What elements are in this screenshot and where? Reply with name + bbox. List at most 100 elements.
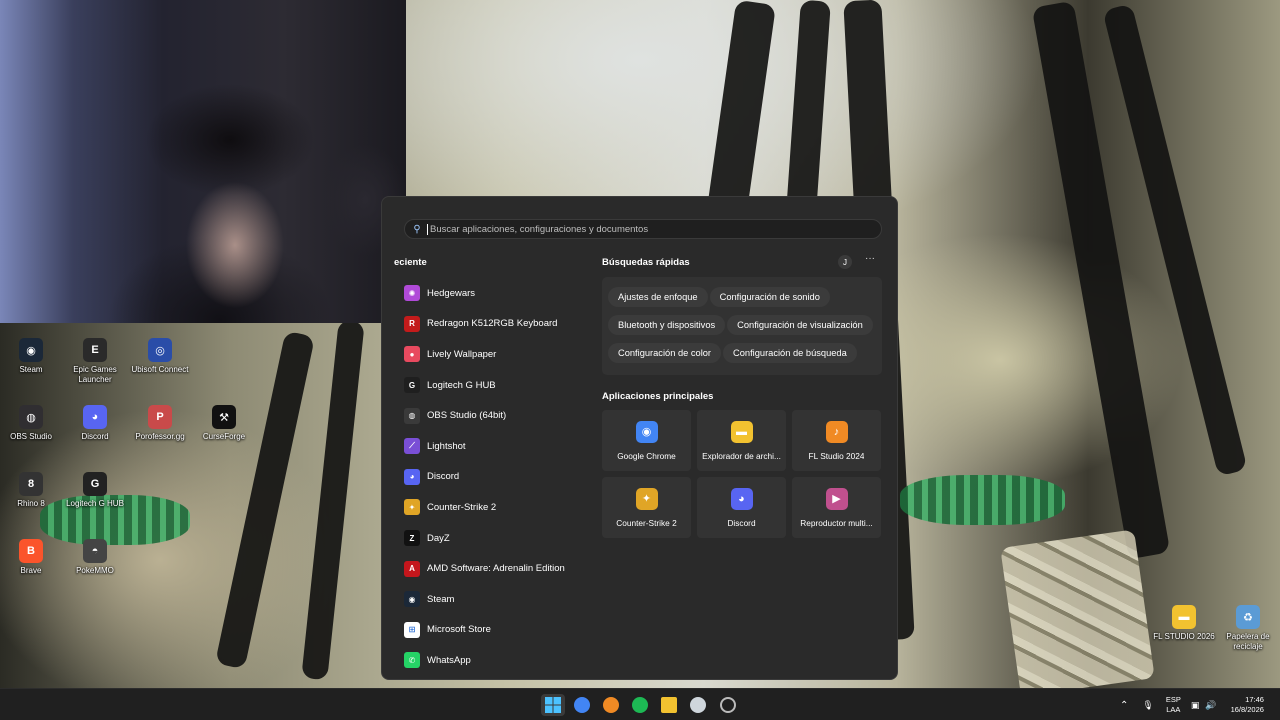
money-sticker <box>1000 529 1155 697</box>
recent-app-dayz[interactable]: Z DayZ <box>404 523 594 554</box>
recent-app-lightshot[interactable]: ⟋ Lightshot <box>404 431 594 462</box>
recent-app-label: OBS Studio (64bit) <box>427 410 507 422</box>
recycle-bin-icon: ♻ <box>1236 605 1260 629</box>
discord-icon: ◕ <box>404 468 420 485</box>
top-app-cs2[interactable]: ✦ Counter-Strike 2 <box>602 477 691 538</box>
folder-icon: ▬ <box>1172 605 1196 629</box>
taskbar-chrome[interactable] <box>570 694 594 716</box>
desktop-icon-steam[interactable]: ◉ Steam <box>0 338 64 375</box>
quick-search-chip[interactable]: Configuración de color <box>608 343 722 363</box>
top-apps-grid: ◉ Google Chrome ▬ Explorador de archi... ♪… <box>602 410 882 538</box>
recent-app-discord[interactable]: ◕ Discord <box>404 462 594 493</box>
taskbar-spotify[interactable] <box>628 694 652 716</box>
obs-icon: ◍ <box>19 405 43 429</box>
top-app-label: Counter-Strike 2 <box>616 517 677 528</box>
desktop-icon-obs[interactable]: ◍ OBS Studio <box>0 405 64 442</box>
desktop-icon-brave[interactable]: B Brave <box>0 539 64 576</box>
top-apps-title: Aplicaciones principales <box>602 391 714 402</box>
desktop-icon-fl-studio-folder[interactable]: ▬ FL STUDIO 2026 <box>1151 605 1217 642</box>
text-caret <box>427 223 428 235</box>
top-app-discord[interactable]: ◕ Discord <box>697 477 786 538</box>
redragon-icon: R <box>404 315 420 332</box>
recent-app-redragon[interactable]: R Redragon K512RGB Keyboard <box>404 309 594 340</box>
quick-search-chip[interactable]: Configuración de búsqueda <box>723 343 857 363</box>
avatar[interactable]: J <box>838 255 852 269</box>
system-tray: ⌃ 🎙 ESP LAA ▣ 🔊 17:46 16/8/2026 <box>1120 689 1264 720</box>
start-search-box[interactable]: ⚲ <box>404 219 882 239</box>
recent-app-list: ✺ Hedgewars R Redragon K512RGB Keyboard ● L… <box>404 278 594 676</box>
quick-search-chip[interactable]: Ajustes de enfoque <box>608 287 708 307</box>
more-options-button[interactable]: ··· <box>862 254 878 268</box>
recent-app-microsoft-store[interactable]: ⊞ Microsoft Store <box>404 615 594 646</box>
desktop-icon-ubisoft[interactable]: ◎ Ubisoft Connect <box>127 338 193 375</box>
recent-app-steam[interactable]: ◉ Steam <box>404 584 594 615</box>
microsoft-store-icon: ⊞ <box>404 621 420 638</box>
top-app-label: Explorador de archi... <box>702 450 781 461</box>
recent-app-label: Logitech G HUB <box>427 379 496 391</box>
porofessor-icon: P <box>148 405 172 429</box>
logitech-icon: G <box>404 377 420 394</box>
cs2-icon: ✦ <box>404 499 420 516</box>
top-app-media-player[interactable]: ▶ Reproductor multi... <box>792 477 881 538</box>
recent-app-cs2[interactable]: ✦ Counter-Strike 2 <box>404 492 594 523</box>
quick-searches-title: Búsquedas rápidas <box>602 257 690 268</box>
recent-app-hedgewars[interactable]: ✺ Hedgewars <box>404 278 594 309</box>
recent-app-label: Hedgewars <box>427 287 476 299</box>
top-app-file-explorer[interactable]: ▬ Explorador de archi... <box>697 410 786 471</box>
chevron-up-icon[interactable]: ⌃ <box>1120 700 1128 711</box>
volume-icon[interactable]: 🔊 <box>1205 700 1216 711</box>
logitech-icon: G <box>83 472 107 496</box>
desktop-icon-logitech[interactable]: G Logitech G HUB <box>62 472 128 509</box>
taskbar-obs[interactable] <box>716 694 740 716</box>
microphone-icon[interactable]: 🎙 <box>1142 700 1153 711</box>
desktop-icon-pokemmo[interactable]: ◓ PokeMMO <box>62 539 128 576</box>
top-app-label: Google Chrome <box>617 450 676 461</box>
clock[interactable]: 17:46 16/8/2026 <box>1231 695 1264 715</box>
file-explorer-icon <box>661 697 677 713</box>
desktop-icon-porofessor[interactable]: P Porofessor.gg <box>127 405 193 442</box>
obs-icon: ◍ <box>404 407 420 424</box>
taskbar-ccleaner[interactable] <box>686 694 710 716</box>
recent-section-title: eciente <box>394 257 427 268</box>
search-icon: ⚲ <box>413 223 421 235</box>
start-search-input[interactable] <box>430 223 881 235</box>
quick-searches-panel: Ajustes de enfoque Configuración de sonid… <box>602 277 882 375</box>
language-indicator[interactable]: ESP LAA <box>1166 695 1181 715</box>
recent-app-amd[interactable]: A AMD Software: Adrenalin Edition <box>404 553 594 584</box>
recent-app-label: Lively Wallpaper <box>427 348 497 360</box>
quick-search-chip[interactable]: Configuración de visualización <box>727 315 873 335</box>
recent-app-label: Steam <box>427 593 455 605</box>
top-app-fl-studio[interactable]: ♪ FL Studio 2024 <box>792 410 881 471</box>
desktop-icon-curseforge[interactable]: ⚒ CurseForge <box>191 405 257 442</box>
recent-app-whatsapp[interactable]: ✆ WhatsApp <box>404 645 594 676</box>
quick-search-chip[interactable]: Bluetooth y dispositivos <box>608 315 726 335</box>
recent-app-label: DayZ <box>427 532 450 544</box>
desktop-icon-recycle-bin[interactable]: ♻ Papelera de reciclaje <box>1215 605 1280 652</box>
recent-app-lively[interactable]: ● Lively Wallpaper <box>404 339 594 370</box>
ccleaner-icon <box>690 697 706 713</box>
ubisoft-icon: ◎ <box>148 338 172 362</box>
windows-start-icon <box>545 697 561 713</box>
rhino-icon: 8 <box>19 472 43 496</box>
recent-app-logitech[interactable]: G Logitech G HUB <box>404 370 594 401</box>
recent-app-obs[interactable]: ◍ OBS Studio (64bit) <box>404 400 594 431</box>
lively-icon: ● <box>404 346 420 363</box>
desktop-icon-rhino[interactable]: 8 Rhino 8 <box>0 472 64 509</box>
file-explorer-icon: ▬ <box>730 420 753 443</box>
steam-icon: ◉ <box>19 338 43 362</box>
desktop-icon-epic-games[interactable]: E Epic Games Launcher <box>62 338 128 385</box>
recent-app-label: Microsoft Store <box>427 624 491 636</box>
network-icon[interactable]: ▣ <box>1191 700 1200 711</box>
taskbar-start-button[interactable] <box>541 694 565 716</box>
fl-studio-icon: ♪ <box>825 420 848 443</box>
top-app-chrome[interactable]: ◉ Google Chrome <box>602 410 691 471</box>
taskbar: ⌃ 🎙 ESP LAA ▣ 🔊 17:46 16/8/2026 <box>0 688 1280 720</box>
taskbar-fl-studio[interactable] <box>599 694 623 716</box>
spotify-icon <box>632 697 648 713</box>
desktop-icon-discord[interactable]: ◕ Discord <box>62 405 128 442</box>
discord-icon: ◕ <box>83 405 107 429</box>
taskbar-file-explorer[interactable] <box>657 694 681 716</box>
top-app-label: FL Studio 2024 <box>808 450 865 461</box>
quick-search-chip[interactable]: Configuración de sonido <box>709 287 830 307</box>
pokemmo-icon: ◓ <box>83 539 107 563</box>
